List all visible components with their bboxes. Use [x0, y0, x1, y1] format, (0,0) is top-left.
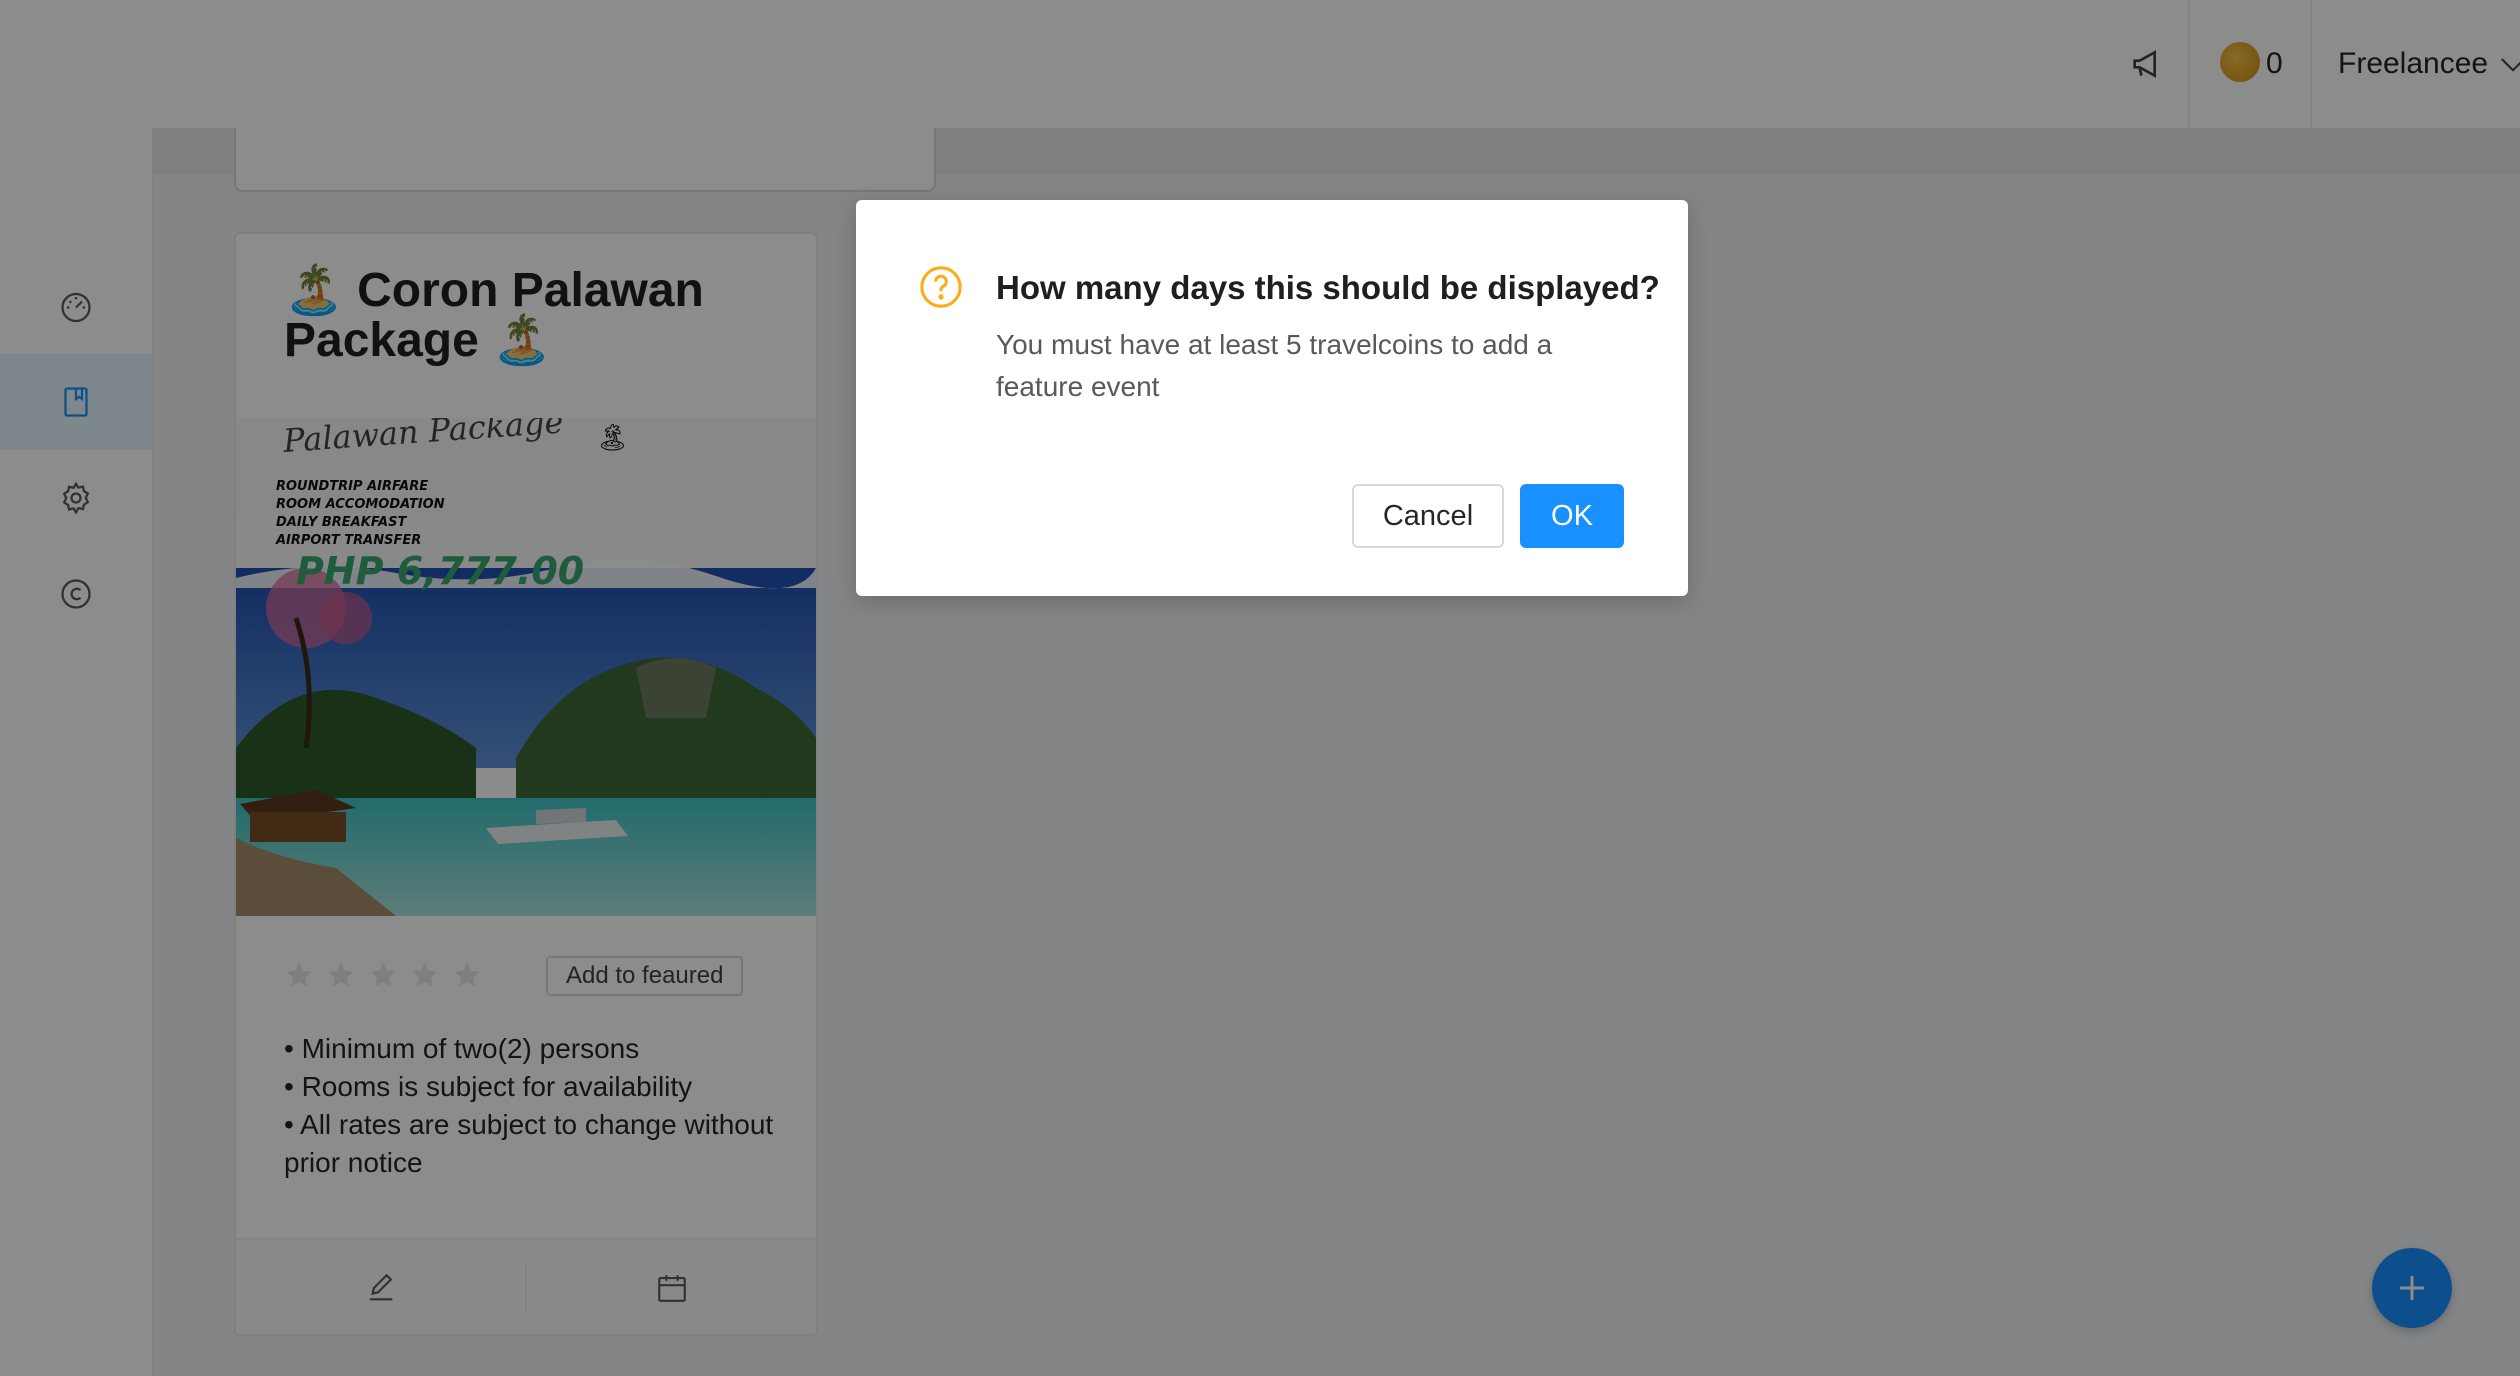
ok-button[interactable]: OK — [1520, 484, 1624, 548]
cancel-button[interactable]: Cancel — [1352, 484, 1504, 548]
confirm-dialog: How many days this should be displayed? … — [856, 200, 1688, 596]
dialog-title: How many days this should be displayed? — [996, 269, 1660, 306]
dialog-message: You must have at least 5 travelcoins to … — [996, 329, 1553, 402]
question-circle-icon — [920, 266, 962, 308]
